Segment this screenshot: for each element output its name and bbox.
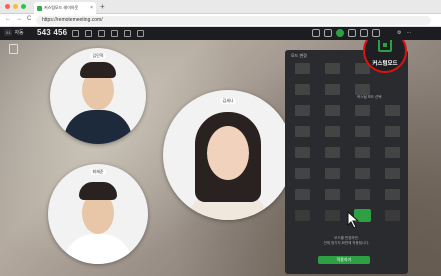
tab-title: 커스텀모드 레이아웃: [44, 5, 79, 10]
maximize-window-icon[interactable]: [21, 4, 26, 9]
participant-face: [207, 126, 249, 180]
room-badge: 01: [4, 29, 13, 36]
layout-option[interactable]: [385, 105, 400, 116]
layout-option[interactable]: [385, 168, 400, 179]
document-icon[interactable]: [98, 30, 105, 37]
layout-option[interactable]: [355, 126, 370, 137]
layout-option[interactable]: [295, 63, 310, 74]
layout-option[interactable]: [355, 84, 370, 95]
layout-option[interactable]: [325, 84, 340, 95]
layout-option[interactable]: [325, 189, 340, 200]
participant-name: 김민혁: [90, 53, 106, 59]
layout-option[interactable]: [295, 147, 310, 158]
mouse-cursor-icon: [347, 211, 360, 229]
apply-button[interactable]: 적용하기: [318, 256, 370, 264]
browser-tab-bar: 커스텀모드 레이아웃 × +: [0, 0, 441, 14]
layout-option[interactable]: [355, 189, 370, 200]
layout-option[interactable]: [295, 126, 310, 137]
new-tab-button[interactable]: +: [100, 2, 105, 12]
layout-option[interactable]: [355, 105, 370, 116]
url-input[interactable]: https://remotemeeting.com/: [36, 16, 431, 25]
panel-footer-text-2: 전체 참가자 화면에 적용됩니다.: [323, 241, 370, 245]
layout-option[interactable]: [325, 105, 340, 116]
layout-option[interactable]: [325, 147, 340, 158]
layout-option[interactable]: [355, 168, 370, 179]
layout-option[interactable]: [325, 210, 340, 221]
forward-icon[interactable]: →: [16, 16, 22, 22]
layout-option[interactable]: [295, 210, 310, 221]
window-controls[interactable]: [5, 4, 26, 9]
participant-suit: [64, 110, 132, 144]
participant-video-2[interactable]: 김세나: [163, 90, 293, 220]
participant-shirt: [64, 234, 132, 264]
participant-name: 최재준: [90, 169, 106, 175]
layout-option-empty: [385, 84, 400, 95]
minimize-window-icon[interactable]: [13, 4, 18, 9]
video-stage: 김민혁 김세나 최재준 모드 변경 커스텀 모드 선택 모드를 변경하면, 전체…: [0, 40, 441, 276]
layout-option[interactable]: [385, 210, 400, 221]
person-icon[interactable]: [348, 29, 356, 37]
panel-title: 모드 변경: [291, 53, 307, 58]
bag-icon[interactable]: [312, 29, 320, 37]
more-icon[interactable]: ⋯: [406, 30, 411, 36]
layout-option[interactable]: [295, 105, 310, 116]
favicon-icon: [37, 5, 42, 11]
side-panel-icon[interactable]: [9, 44, 18, 54]
layout-option[interactable]: [325, 63, 340, 74]
layout-option[interactable]: [385, 189, 400, 200]
layout-option[interactable]: [295, 168, 310, 179]
address-bar-row: ← → C https://remotemeeting.com/: [0, 14, 441, 27]
room-id: 543 456: [37, 28, 68, 37]
back-icon[interactable]: ←: [5, 16, 11, 22]
layout-option[interactable]: [325, 168, 340, 179]
whiteboard-icon[interactable]: [137, 30, 144, 37]
layout-option[interactable]: [355, 147, 370, 158]
panel-sub-label: 커스텀 모드 선택: [357, 95, 382, 99]
layout-option[interactable]: [295, 189, 310, 200]
layout-option[interactable]: [325, 126, 340, 137]
settings-icon[interactable]: ⚙: [397, 30, 401, 36]
record-icon[interactable]: [124, 30, 131, 37]
close-window-icon[interactable]: [5, 4, 10, 9]
app-toolbar: 01 자동 543 456 ⚙ ⋯: [0, 27, 441, 40]
chat-icon[interactable]: [72, 30, 79, 37]
participants-icon[interactable]: [85, 30, 92, 37]
custom-layout-icon: [378, 40, 392, 52]
layout-option[interactable]: [385, 147, 400, 158]
menu-icon[interactable]: [324, 29, 332, 37]
participant-video-3[interactable]: 최재준: [48, 164, 148, 264]
layout-options-grid: [295, 63, 400, 221]
participant-name: 김세나: [220, 98, 236, 104]
layout-mode-panel: 모드 변경 커스텀 모드 선택 모드를 변경하면, 전체 참가자 화면에 적용됩…: [285, 50, 408, 274]
share-screen-icon[interactable]: [111, 30, 118, 37]
camera-icon[interactable]: [372, 29, 380, 37]
participant-hair: [79, 182, 117, 200]
custom-mode-label: 커스텀모드: [372, 61, 398, 67]
browser-tab[interactable]: 커스텀모드 레이아웃 ×: [34, 2, 96, 14]
layout-option[interactable]: [295, 84, 310, 95]
participant-video-1[interactable]: 김민혁: [50, 48, 146, 144]
tab-close-icon[interactable]: ×: [90, 5, 93, 11]
room-mode-label: 자동: [14, 30, 24, 36]
layout-option[interactable]: [385, 126, 400, 137]
mic-icon[interactable]: [360, 29, 368, 37]
reload-icon[interactable]: C: [27, 16, 31, 22]
layout-mode-icon[interactable]: [336, 29, 344, 37]
participant-hair: [80, 62, 116, 78]
